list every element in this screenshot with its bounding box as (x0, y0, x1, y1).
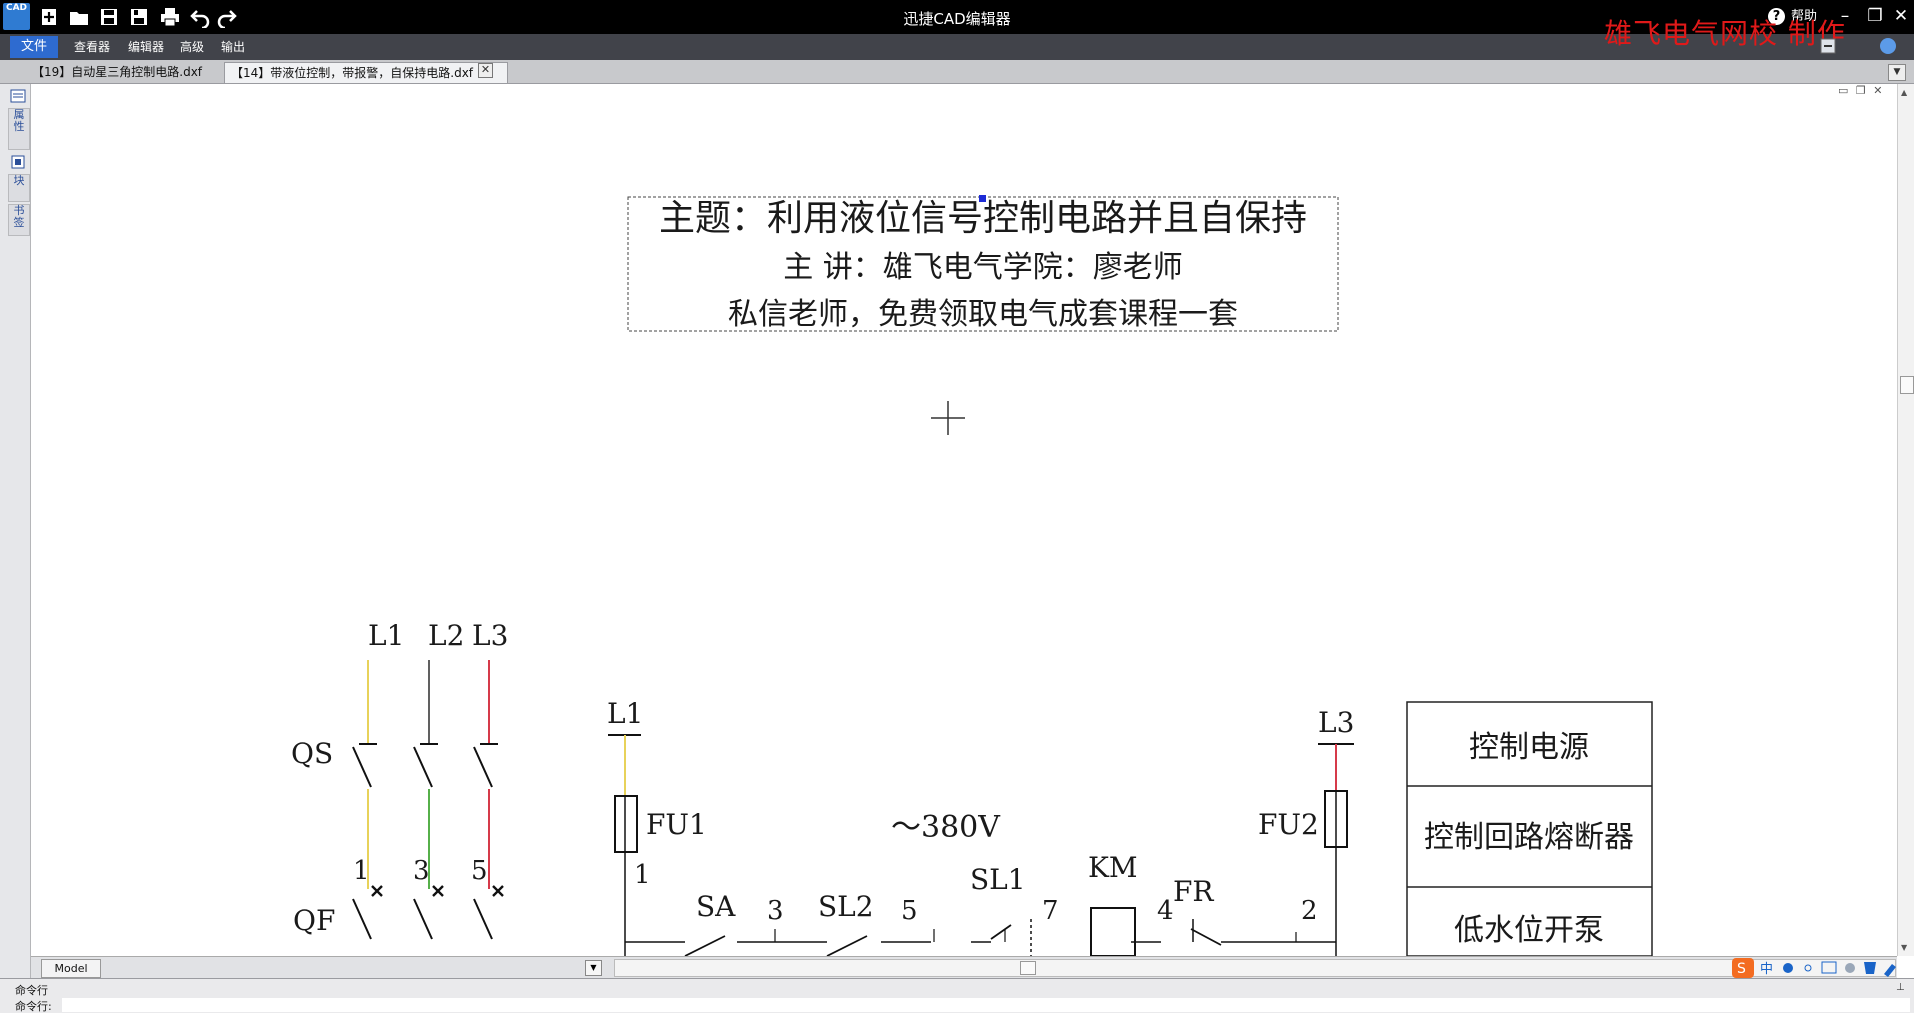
skin-icon (1864, 962, 1876, 974)
label-L3: L3 (472, 619, 508, 652)
qf-contacts (352, 898, 493, 940)
qf-x-marks (371, 885, 504, 897)
horizontal-scrollbar[interactable] (614, 959, 1896, 977)
document-tab-active[interactable]: 【14】带液位控制，带报警，自保持电路.dxf (224, 62, 508, 83)
pin-icon[interactable]: ⊥ (1896, 982, 1905, 993)
keyboard-icon (1821, 961, 1837, 974)
document-window-controls[interactable]: ▭ ❐ ✕ (1838, 84, 1884, 97)
side-tab-bookmarks-label: 书签 (13, 204, 25, 229)
command-input[interactable] (62, 998, 1910, 1012)
tools-icon (1884, 964, 1896, 977)
redo-icon[interactable] (216, 6, 238, 28)
drawing-canvas[interactable]: 主题：利用液位信号控制电路并且自保持 主 讲：雄飞电气学院：廖老师 私信老师，免… (31, 84, 1897, 956)
punct-icon (1804, 964, 1812, 972)
side-tab-bookmarks[interactable]: 书签 (8, 204, 30, 236)
label-n1: 1 (353, 856, 370, 886)
tab-close-icon[interactable]: ✕ (478, 63, 493, 78)
print-icon[interactable] (159, 6, 181, 28)
app-logo-text: CAD (5, 3, 28, 13)
label-n3: 3 (413, 856, 430, 886)
scroll-down-icon[interactable]: ▼ (1901, 943, 1907, 952)
ctrl-label-n3: 3 (767, 896, 784, 926)
ctrl-label-n7: 7 (1042, 896, 1059, 926)
menu-viewer[interactable]: 查看器 (74, 39, 110, 55)
model-tab[interactable]: Model (41, 959, 101, 978)
svg-text:S: S (1737, 961, 1746, 977)
menu-file[interactable]: 文件 (10, 36, 58, 58)
label-SL2: SL2 (818, 890, 874, 923)
ctrl-label-n2: 2 (1301, 896, 1318, 926)
user-icon (1845, 963, 1855, 973)
label-SA: SA (696, 890, 736, 923)
label-FR: FR (1173, 875, 1214, 908)
label-SL1: SL1 (970, 863, 1026, 896)
ctrl-label-n1: 1 (634, 860, 651, 890)
restore-icon[interactable]: ❐ (1864, 5, 1886, 27)
ctrl-label-n5: 5 (901, 896, 918, 926)
open-folder-icon[interactable] (68, 6, 90, 28)
side-tab-blocks[interactable]: 块 (8, 174, 30, 202)
label-FU2: FU2 (1258, 808, 1319, 841)
layout-dropdown-icon[interactable]: ▼ (585, 960, 602, 976)
label-voltage: ～380V (891, 810, 1001, 845)
vertical-scrollbar[interactable]: ▲ ▼ (1897, 84, 1914, 956)
svg-text:中: 中 (1760, 962, 1773, 977)
vertical-scroll-thumb[interactable] (1900, 376, 1914, 394)
new-file-icon[interactable] (38, 6, 60, 28)
ctrl-label-L1: L1 (607, 697, 643, 730)
legend-row: 控制电源 (1469, 730, 1589, 765)
title-line-1: 主题：利用液位信号控制电路并且自保持 (659, 198, 1307, 239)
qs-contacts (352, 746, 493, 788)
ribbon-toggle-icon[interactable] (1820, 38, 1836, 54)
fuse-FU1 (614, 795, 638, 853)
side-tab-blocks-label: 块 (13, 174, 25, 187)
tab-list-dropdown-icon[interactable]: ▼ (1888, 64, 1906, 81)
title-line-2: 主 讲：雄飞电气学院：廖老师 (783, 250, 1183, 285)
about-icon[interactable] (1880, 38, 1896, 54)
save-icon[interactable] (98, 6, 120, 28)
legend-row: 控制回路熔断器 (1424, 820, 1634, 855)
document-tab-bar: 【19】自动星三角控制电路.dxf 【14】带液位控制，带报警，自保持电路.dx… (0, 60, 1914, 84)
ime-toolbar[interactable]: S 中 (1732, 958, 1912, 978)
ctrl-label-n4: 4 (1157, 896, 1174, 926)
block-icon[interactable] (10, 154, 26, 170)
menu-editor[interactable]: 编辑器 (128, 39, 164, 55)
save-as-icon[interactable] (128, 6, 150, 28)
legend-row: 低水位开泵 (1454, 913, 1604, 948)
command-area: 命令行 命令行: ⊥ (0, 978, 1914, 1013)
side-tab-properties-label: 属性 (13, 108, 25, 133)
label-FU1: FU1 (646, 808, 707, 841)
command-history-label: 命令行 (15, 984, 48, 997)
watermark-text: 雄飞电气网校 制作 (1604, 17, 1846, 50)
scroll-up-icon[interactable]: ▲ (1901, 88, 1907, 97)
app-logo-icon[interactable]: CAD (3, 3, 30, 30)
ctrl-label-L3: L3 (1318, 706, 1354, 739)
layout-bar: Model ▼ (31, 956, 1897, 979)
coil-KM (1090, 907, 1136, 956)
label-QF: QF (293, 904, 335, 937)
label-L2: L2 (428, 619, 464, 652)
side-tab-properties[interactable]: 属性 (8, 108, 30, 150)
close-icon[interactable]: ✕ (1890, 5, 1912, 27)
label-n5: 5 (471, 856, 488, 886)
document-tab[interactable]: 【19】自动星三角控制电路.dxf (26, 62, 228, 82)
undo-icon[interactable] (189, 6, 211, 28)
moon-icon (1783, 963, 1793, 973)
properties-icon[interactable] (10, 88, 26, 104)
crosshair-cursor (931, 401, 965, 435)
menu-advanced[interactable]: 高级 (180, 39, 204, 55)
side-panel: 属性 块 书签 (0, 84, 31, 980)
menu-output[interactable]: 输出 (221, 39, 245, 55)
horizontal-scroll-thumb[interactable] (1020, 961, 1036, 975)
label-KM: KM (1088, 851, 1138, 884)
cad-drawing: 主题：利用液位信号控制电路并且自保持 主 讲：雄飞电气学院：廖老师 私信老师，免… (291, 195, 1653, 956)
label-QS: QS (291, 737, 333, 770)
label-L1: L1 (368, 619, 404, 652)
title-line-3: 私信老师，免费领取电气成套课程一套 (728, 297, 1238, 332)
